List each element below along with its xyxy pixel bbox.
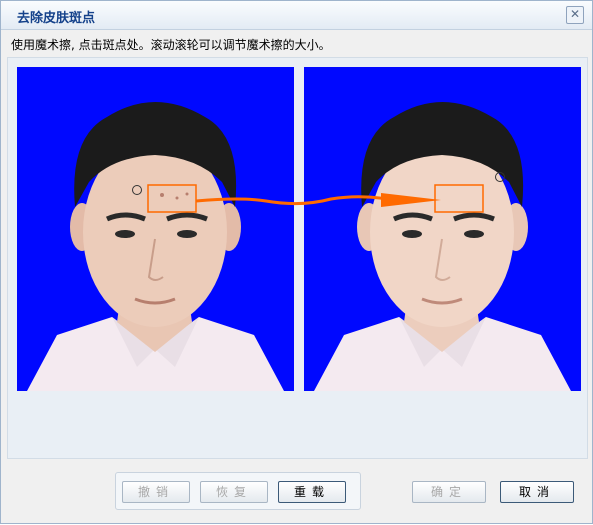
reset-button[interactable]: 重载 bbox=[278, 481, 346, 503]
redo-button[interactable]: 恢复 bbox=[200, 481, 268, 503]
undo-button[interactable]: 撤销 bbox=[122, 481, 190, 503]
redo-label: 恢复 bbox=[215, 485, 252, 499]
cancel-label: 取消 bbox=[518, 485, 555, 499]
comparison-arrow bbox=[195, 193, 441, 207]
ok-label: 确定 bbox=[430, 485, 467, 499]
ok-button[interactable]: 确定 bbox=[412, 481, 486, 503]
edit-button-group: 撤销 恢复 重载 bbox=[115, 472, 361, 510]
cancel-button[interactable]: 取消 bbox=[500, 481, 574, 503]
reset-label: 重载 bbox=[293, 485, 330, 499]
dialog-window: 去除皮肤斑点 ✕ 使用魔术擦, 点击斑点处。滚动滚轮可以调节魔术擦的大小。 撤销… bbox=[0, 0, 593, 524]
undo-label: 撤销 bbox=[137, 485, 174, 499]
